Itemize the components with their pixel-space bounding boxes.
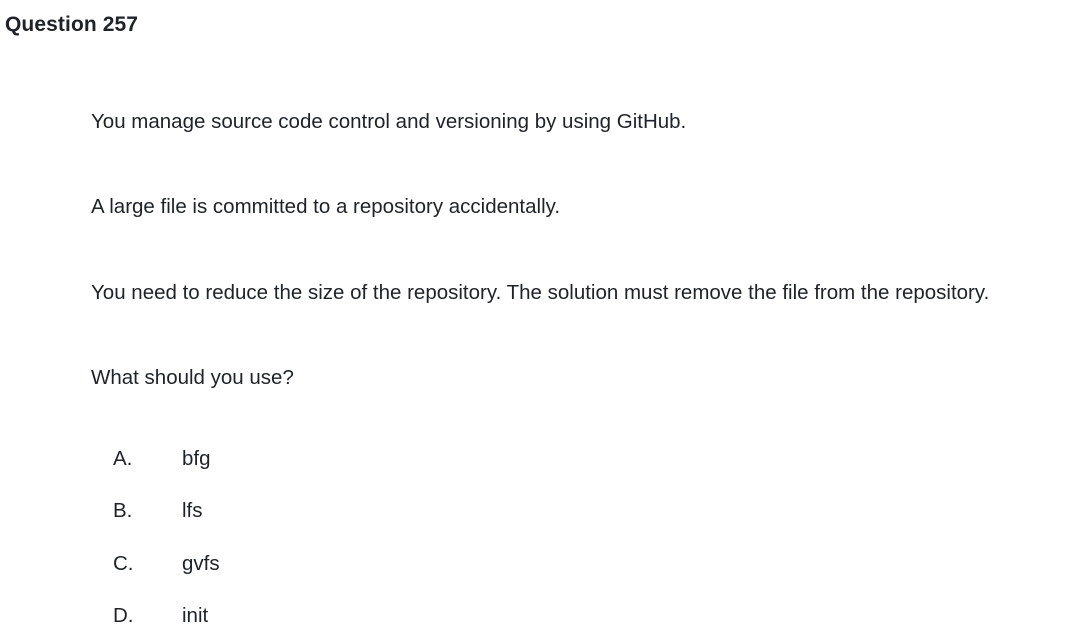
answer-option-c[interactable]: C. gvfs (113, 552, 513, 578)
answer-option-a[interactable]: A. bfg (113, 447, 513, 473)
question-paragraph-requirement: You need to reduce the size of the repos… (91, 281, 990, 304)
question-paragraph-situation: A large file is committed to a repositor… (91, 195, 561, 218)
question-title: Question 257 (5, 13, 139, 36)
option-letter: D. (113, 604, 134, 627)
option-text: init (182, 604, 209, 627)
answer-option-d[interactable]: D. init (113, 604, 513, 630)
option-letter: C. (113, 552, 134, 575)
option-text: gvfs (182, 552, 220, 575)
question-prompt: What should you use? (91, 366, 294, 389)
option-text: bfg (182, 447, 211, 470)
option-letter: A. (113, 447, 133, 470)
answer-option-b[interactable]: B. lfs (113, 499, 513, 525)
question-paragraph-context: You manage source code control and versi… (91, 110, 687, 133)
option-letter: B. (113, 499, 133, 522)
option-text: lfs (182, 499, 203, 522)
